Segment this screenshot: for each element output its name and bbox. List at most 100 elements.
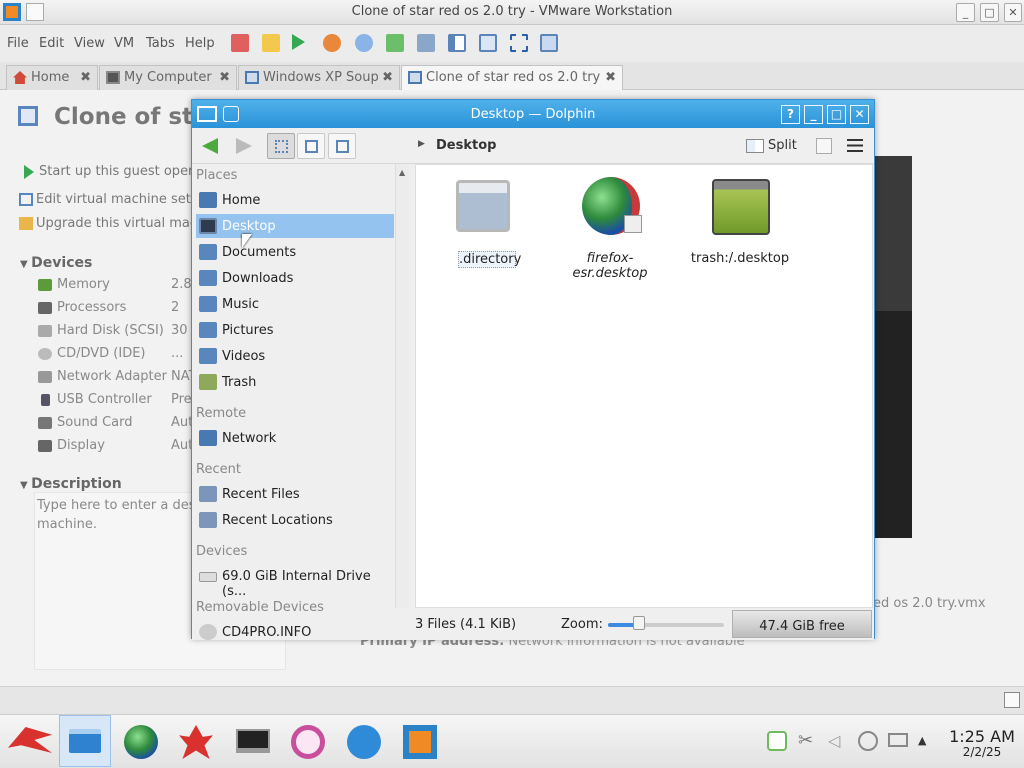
forward-arrow-icon[interactable] (236, 138, 252, 154)
tab-windows-xp-soup[interactable]: Windows XP Soup ✖ (238, 65, 400, 90)
vmware-icon[interactable] (403, 725, 437, 759)
breadcrumb-desktop[interactable]: Desktop (436, 138, 496, 153)
details-view-button[interactable] (328, 133, 356, 159)
back-arrow-icon[interactable] (202, 138, 218, 154)
reset-icon[interactable] (323, 34, 341, 52)
clock-date[interactable]: 2/2/25 (942, 745, 1022, 759)
place-home[interactable]: Home (196, 188, 394, 212)
power-off-icon[interactable] (231, 34, 249, 52)
search-icon[interactable] (816, 138, 832, 154)
recent-files-icon (199, 486, 217, 502)
help-button[interactable]: ? (781, 105, 800, 124)
console-view-icon[interactable] (479, 34, 497, 52)
device-processors-name[interactable]: Processors (57, 300, 126, 315)
device-cd-dvd-value: ... (171, 346, 184, 361)
menu-edit[interactable]: Edit (39, 36, 64, 51)
snapshot-icon[interactable] (355, 34, 373, 52)
vm-screen-thumbnail[interactable] (873, 156, 912, 538)
device-display-name[interactable]: Display (57, 438, 105, 453)
sidebar-toggle-icon[interactable] (448, 34, 466, 52)
device-cd-dvd-name[interactable]: CD/DVD (IDE) (57, 346, 146, 361)
clock-time[interactable]: 1:25 AM (942, 727, 1022, 746)
close-button[interactable]: ✕ (850, 105, 869, 124)
minimize-button[interactable]: _ (956, 3, 975, 22)
update-notifier-icon[interactable] (858, 731, 878, 751)
description-section-header[interactable]: ▼ Description (20, 476, 122, 492)
device-memory-name[interactable]: Memory (57, 277, 110, 292)
hamburger-menu-icon[interactable] (847, 139, 863, 152)
globe-browser-icon[interactable] (124, 725, 158, 759)
device-sound-card-name[interactable]: Sound Card (57, 415, 132, 430)
maximize-button[interactable]: □ (827, 105, 846, 124)
lobster-app-icon[interactable] (179, 725, 213, 759)
breadcrumb-arrow-icon[interactable]: ▶ (418, 139, 425, 149)
place-trash[interactable]: Trash (196, 370, 394, 394)
clipboard-scissors-icon[interactable]: ✂ (798, 731, 818, 751)
icons-view-button[interactable] (267, 133, 295, 159)
close-tab-icon[interactable]: ✖ (80, 70, 91, 85)
fullscreen-icon[interactable] (510, 34, 528, 52)
device-hard-disk-name[interactable]: Hard Disk (SCSI) (57, 323, 164, 338)
close-tab-icon[interactable]: ✖ (219, 70, 230, 85)
menu-tabs[interactable]: Tabs (146, 36, 175, 51)
minimize-button[interactable]: _ (804, 105, 823, 124)
edit-settings-link[interactable]: Edit virtual machine settin (36, 192, 208, 207)
device-network-adapter-name[interactable]: Network Adapter (57, 369, 167, 384)
close-tab-icon[interactable]: ✖ (605, 70, 616, 85)
terminal-icon[interactable] (236, 729, 270, 753)
place-desktop[interactable]: Desktop (196, 214, 394, 238)
app-menu-icon[interactable] (8, 727, 52, 753)
power-on-icon[interactable] (292, 34, 305, 50)
place-downloads[interactable]: Downloads (196, 266, 394, 290)
device-usb-controller-name[interactable]: USB Controller (57, 392, 152, 407)
place-cd4pro[interactable]: CD4PRO.INFO (196, 620, 394, 640)
menu-help[interactable]: Help (185, 36, 215, 51)
tray-expand-arrow-icon[interactable]: ▲ (918, 731, 938, 751)
taskbar-dolphin[interactable] (59, 715, 111, 767)
file-view[interactable]: .directory firefox-esr.desktop trash:/.d… (415, 164, 873, 608)
zoom-label: Zoom: (561, 617, 603, 632)
file-name: .directory (458, 251, 522, 268)
menu-view[interactable]: View (74, 36, 105, 51)
place-network[interactable]: Network (196, 426, 394, 450)
maximize-button[interactable]: □ (980, 3, 999, 22)
cd-dvd-icon (38, 348, 52, 360)
tab-home[interactable]: Home ✖ (6, 65, 98, 90)
place-pictures[interactable]: Pictures (196, 318, 394, 342)
scroll-up-icon[interactable]: ▲ (399, 168, 405, 177)
close-button[interactable]: ✕ (1004, 3, 1022, 22)
place-recent-locations[interactable]: Recent Locations (196, 508, 394, 532)
revert-snapshot-icon[interactable] (386, 34, 404, 52)
tab-clone-of-star-red[interactable]: Clone of star red os 2.0 try ✖ (401, 65, 623, 90)
falkon-icon[interactable] (347, 725, 381, 759)
place-music[interactable]: Music (196, 292, 394, 316)
network-manager-icon[interactable] (767, 731, 787, 751)
zoom-slider-handle[interactable] (633, 616, 646, 630)
menu-file[interactable]: File (7, 36, 29, 51)
display-settings-icon[interactable] (888, 733, 908, 747)
snapshot-manager-icon[interactable] (417, 34, 435, 52)
upgrade-vm-link[interactable]: Upgrade this virtual mach (36, 216, 205, 231)
devices-section-header[interactable]: ▼ Devices (20, 255, 92, 271)
message-log-icon[interactable] (1004, 692, 1020, 708)
volume-icon[interactable]: ◁ (828, 731, 848, 751)
vm-name-heading: Clone of sta (54, 104, 209, 130)
place-recent-files[interactable]: Recent Files (196, 482, 394, 506)
unity-icon[interactable] (540, 34, 558, 52)
close-tab-icon[interactable]: ✖ (382, 70, 393, 85)
places-scrollbar[interactable]: ▲▼ (395, 164, 409, 640)
start-guest-link[interactable]: Start up this guest opera (39, 164, 201, 179)
compact-view-button[interactable] (297, 133, 325, 159)
menu-vm[interactable]: VM (114, 36, 134, 51)
zoom-slider[interactable] (608, 623, 724, 627)
split-button[interactable]: Split (744, 133, 800, 159)
place-documents[interactable]: Documents (196, 240, 394, 264)
free-space-indicator[interactable]: 47.4 GiB free (732, 610, 872, 638)
place-videos[interactable]: Videos (196, 344, 394, 368)
circle-app-icon[interactable] (291, 725, 325, 759)
place-internal-drive[interactable]: 69.0 GiB Internal Drive (s... (196, 564, 394, 599)
suspend-icon[interactable] (262, 34, 280, 52)
tab-my-computer[interactable]: My Computer ✖ (99, 65, 237, 90)
music-folder-icon (199, 296, 217, 312)
places-header: Places (196, 168, 238, 183)
